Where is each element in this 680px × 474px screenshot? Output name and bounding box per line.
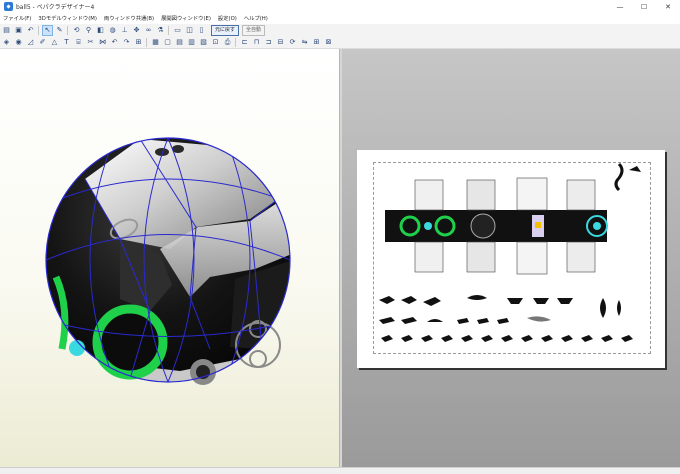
layout-icon[interactable]: ⊞ xyxy=(134,38,143,47)
menu-3d-window[interactable]: 3Dモデルウィンドウ(M) xyxy=(35,14,101,22)
cylinder-icon[interactable]: ◍ xyxy=(108,26,117,35)
window-single-icon[interactable]: ▭ xyxy=(173,26,182,35)
join-icon[interactable]: ⋈ xyxy=(98,38,107,47)
unfold-2d-viewport[interactable] xyxy=(342,49,680,467)
align-center-icon[interactable]: ⊓ xyxy=(252,38,261,47)
toolbar-separator xyxy=(38,25,39,35)
toolbar-separator xyxy=(146,37,147,47)
text-icon[interactable]: T xyxy=(62,38,71,47)
window-split-icon[interactable]: ◫ xyxy=(185,26,194,35)
flip-icon[interactable]: ⇋ xyxy=(300,38,309,47)
cursor-icon[interactable]: ↖ xyxy=(42,24,53,36)
model-3d-canvas[interactable] xyxy=(0,49,339,467)
align-right-icon[interactable]: ⊐ xyxy=(264,38,273,47)
pen-icon[interactable]: ✐ xyxy=(38,38,47,47)
ball-model[interactable] xyxy=(45,137,298,394)
title-bar: ball5 - ペパクラデザイナー4 — ☐ ✕ xyxy=(0,0,680,13)
minimize-button[interactable]: — xyxy=(608,0,632,13)
menu-file[interactable]: ファイル(F) xyxy=(0,14,35,22)
edge-icon[interactable]: ◿ xyxy=(26,38,35,47)
menu-help[interactable]: ヘルプ(H) xyxy=(241,14,272,22)
view-texture-icon[interactable]: ◉ xyxy=(14,38,23,47)
pen-icon[interactable]: ✎ xyxy=(55,26,64,35)
page-add-icon[interactable]: ▥ xyxy=(187,38,196,47)
eyedropper-icon[interactable]: ⚗ xyxy=(156,26,165,35)
menu-unfold-window[interactable]: 展開図ウィンドウ(E) xyxy=(158,14,215,22)
redo-icon[interactable]: ↷ xyxy=(122,38,131,47)
undo-icon[interactable]: ↶ xyxy=(26,26,35,35)
arrange-icon[interactable]: ⊟ xyxy=(276,38,285,47)
window-controls: — ☐ ✕ xyxy=(608,0,680,13)
toolbar-secondary: ◈ ◉ ◿ ✐ △ T ⌸ ✂ ⋈ ↶ ↷ ⊞ ▦ ▢ ▤ ▥ ▧ ⊡ ⎙ ⊏ … xyxy=(0,36,680,49)
page-icon[interactable]: ▤ xyxy=(175,38,184,47)
toolbar-separator xyxy=(235,37,236,47)
fit-icon[interactable]: ⊡ xyxy=(211,38,220,47)
close-button[interactable]: ✕ xyxy=(656,0,680,13)
detail-parts[interactable] xyxy=(379,295,633,342)
unfold-pattern[interactable] xyxy=(357,150,665,368)
view-3d-icon[interactable]: ◈ xyxy=(2,38,11,47)
toolbar-separator xyxy=(168,25,169,35)
paper-sheet xyxy=(357,150,665,368)
fold-icon[interactable]: ⌸ xyxy=(74,38,83,47)
magnifier-icon[interactable]: ⚲ xyxy=(84,26,93,35)
menu-both-windows[interactable]: 両ウィンドウ共通(B) xyxy=(101,14,158,22)
body-parts[interactable] xyxy=(385,162,641,275)
printer-icon[interactable]: ⎙ xyxy=(223,38,232,47)
save-icon[interactable]: ▣ xyxy=(14,26,23,35)
undo-icon[interactable]: ↶ xyxy=(110,38,119,47)
reset-button[interactable]: 元に戻す xyxy=(211,24,240,36)
menu-bar: ファイル(F) 3Dモデルウィンドウ(M) 両ウィンドウ共通(B) 展開図ウィン… xyxy=(0,13,680,23)
rotate-part-icon[interactable]: ⟳ xyxy=(288,38,297,47)
toolbar-separator xyxy=(67,25,68,35)
triangle-icon[interactable]: △ xyxy=(50,38,59,47)
link-icon[interactable]: ∞ xyxy=(144,26,153,35)
grid-icon[interactable]: ▦ xyxy=(151,38,160,47)
frame-icon[interactable]: ▢ xyxy=(163,38,172,47)
model-3d-viewport[interactable] xyxy=(0,49,339,467)
align-left-icon[interactable]: ⊏ xyxy=(240,38,249,47)
rotate-icon[interactable]: ⟲ xyxy=(72,26,81,35)
cube-icon[interactable]: ◧ xyxy=(96,26,105,35)
axes-icon[interactable]: ⊥ xyxy=(120,26,129,35)
folder-open-icon[interactable]: ▤ xyxy=(2,26,11,35)
window-unfold-icon[interactable]: ▯ xyxy=(197,26,206,35)
page-remove-icon[interactable]: ▧ xyxy=(199,38,208,47)
scissors-icon[interactable]: ✂ xyxy=(86,38,95,47)
window-title: ball5 - ペパクラデザイナー4 xyxy=(16,4,95,11)
auto-unfold-button[interactable]: 全自動 xyxy=(242,24,266,36)
move-icon[interactable]: ✥ xyxy=(132,26,141,35)
app-icon xyxy=(4,2,13,11)
maximize-button[interactable]: ☐ xyxy=(632,0,656,13)
ungroup-icon[interactable]: ⊠ xyxy=(324,38,333,47)
group-icon[interactable]: ⊞ xyxy=(312,38,321,47)
menu-settings[interactable]: 設定(O) xyxy=(215,14,241,22)
